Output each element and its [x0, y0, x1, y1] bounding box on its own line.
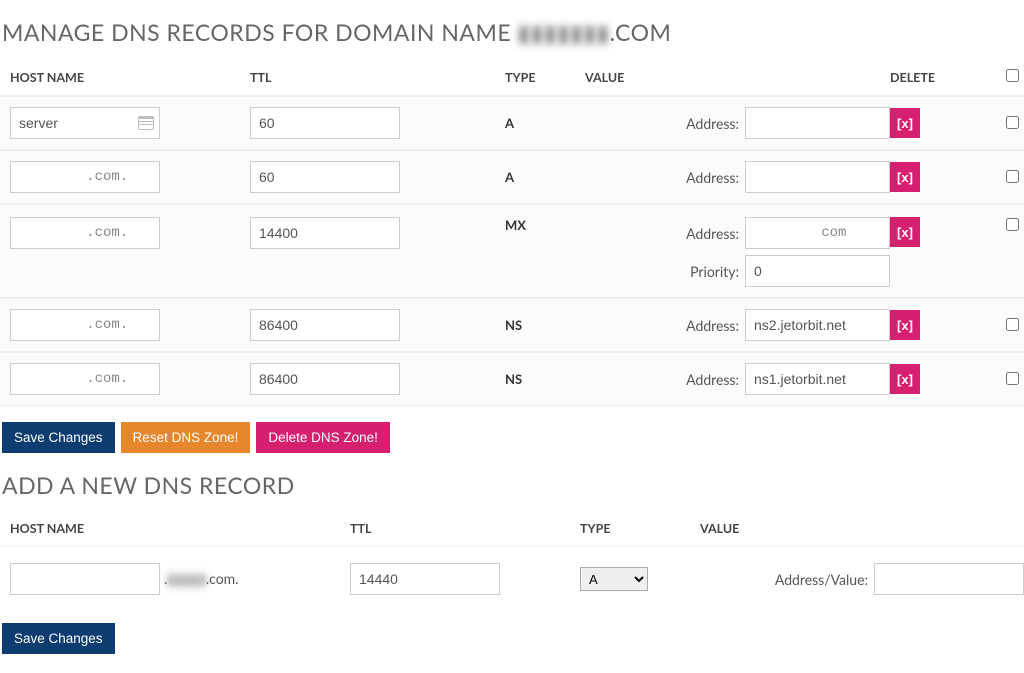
row-select-checkbox[interactable] — [1006, 218, 1019, 231]
ttl-input[interactable] — [250, 309, 400, 341]
delete-dns-zone-button[interactable]: Delete DNS Zone! — [256, 422, 390, 453]
host-input[interactable] — [10, 161, 160, 193]
address-label: Address: — [686, 225, 739, 242]
type-label: A — [505, 115, 585, 131]
table-row: NS Address: [x] — [0, 298, 1024, 352]
page-title: MANAGE DNS RECORDS FOR DOMAIN NAME ▮▮▮▮▮… — [2, 18, 1024, 47]
delete-record-button[interactable]: [x] — [890, 217, 920, 247]
host-input[interactable] — [10, 107, 160, 139]
host-input[interactable] — [10, 363, 160, 395]
action-bar: Save Changes Reset DNS Zone! Delete DNS … — [2, 422, 1024, 453]
type-label: NS — [505, 317, 585, 333]
records-table-body: A Address: [x] A Address: [x] MX Address: Priori… — [0, 96, 1024, 406]
add-host-input[interactable] — [10, 563, 160, 595]
host-input[interactable] — [10, 309, 160, 341]
delete-record-button[interactable]: [x] — [890, 310, 920, 340]
add-host-suffix: .▮▮▮▮▮.com. — [164, 570, 238, 588]
address-label: Address: — [686, 371, 739, 388]
type-label: A — [505, 169, 585, 185]
table-row: A Address: [x] — [0, 150, 1024, 204]
col-ttl: TTL — [250, 70, 505, 85]
ttl-input[interactable] — [250, 217, 400, 249]
address-label: Address: — [686, 169, 739, 186]
reset-dns-zone-button[interactable]: Reset DNS Zone! — [121, 422, 251, 453]
ttl-input[interactable] — [250, 107, 400, 139]
col-host: HOST NAME — [10, 70, 250, 85]
address-input[interactable] — [745, 363, 890, 395]
type-label: MX — [505, 217, 585, 233]
priority-label: Priority: — [690, 263, 739, 280]
table-row: NS Address: [x] — [0, 352, 1024, 406]
address-input[interactable] — [745, 217, 890, 249]
select-all-checkbox[interactable] — [1006, 69, 1019, 82]
host-input[interactable] — [10, 217, 160, 249]
row-select-checkbox[interactable] — [1006, 116, 1019, 129]
row-select-checkbox[interactable] — [1006, 318, 1019, 331]
add-save-changes-button[interactable]: Save Changes — [2, 623, 115, 654]
page-title-prefix: MANAGE DNS RECORDS FOR DOMAIN NAME — [2, 18, 518, 46]
row-select-checkbox[interactable] — [1006, 372, 1019, 385]
address-input[interactable] — [745, 107, 890, 139]
add-col-ttl: TTL — [350, 521, 580, 536]
address-label: Address: — [686, 115, 739, 132]
table-row: A Address: [x] — [0, 96, 1024, 150]
ttl-input[interactable] — [250, 363, 400, 395]
add-type-select[interactable]: A — [580, 567, 648, 591]
col-type: TYPE — [505, 70, 585, 85]
add-address-input[interactable] — [874, 563, 1024, 595]
add-record-header: HOST NAME TTL TYPE VALUE — [0, 515, 1024, 547]
address-input[interactable] — [745, 161, 890, 193]
address-input[interactable] — [745, 309, 890, 341]
col-select-all — [990, 69, 1024, 85]
table-row: MX Address: Priority: [x] — [0, 204, 1024, 298]
delete-record-button[interactable]: [x] — [890, 364, 920, 394]
col-value: VALUE — [585, 70, 890, 85]
add-record-heading: ADD A NEW DNS RECORD — [2, 471, 1024, 499]
add-record-row: .▮▮▮▮▮.com. A Address/Value: — [0, 547, 1024, 611]
page-title-suffix: .COM — [610, 18, 672, 46]
row-select-checkbox[interactable] — [1006, 170, 1019, 183]
ttl-input[interactable] — [250, 161, 400, 193]
add-col-value: VALUE — [700, 521, 1024, 536]
delete-record-button[interactable]: [x] — [890, 162, 920, 192]
save-changes-button[interactable]: Save Changes — [2, 422, 115, 453]
type-label: NS — [505, 371, 585, 387]
address-label: Address: — [686, 317, 739, 334]
add-ttl-input[interactable] — [350, 563, 500, 595]
add-address-label: Address/Value: — [775, 571, 868, 588]
records-table-header: HOST NAME TTL TYPE VALUE DELETE — [0, 63, 1024, 96]
page-title-domain-redacted: ▮▮▮▮▮▮▮ — [518, 18, 610, 46]
col-delete: DELETE — [890, 70, 990, 85]
priority-input[interactable] — [745, 255, 890, 287]
delete-record-button[interactable]: [x] — [890, 108, 920, 138]
add-col-host: HOST NAME — [10, 521, 350, 536]
add-col-type: TYPE — [580, 521, 700, 536]
